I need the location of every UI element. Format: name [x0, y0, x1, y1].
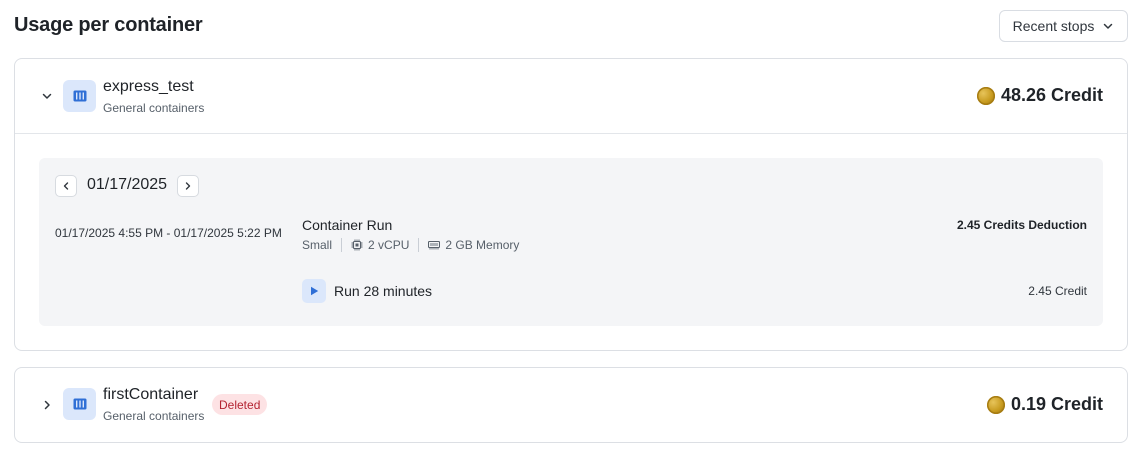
run-type: Container Run — [302, 217, 393, 233]
deleted-badge: Deleted — [212, 394, 268, 415]
container-name: express_test — [103, 78, 194, 95]
chevron-left-icon — [63, 182, 69, 190]
usage-detail-panel: 01/17/2025 01/17/2025 4:55 PM - 01/17/20… — [39, 158, 1103, 326]
credit-amount: 48.26 Credit — [1000, 85, 1103, 105]
collapse-toggle[interactable] — [39, 88, 55, 104]
memory-icon — [428, 240, 441, 250]
container-total-credit: 48.26 Credit — [976, 85, 1103, 106]
spec-cpu: 2 vCPU — [368, 238, 410, 252]
previous-date-button[interactable] — [55, 175, 77, 197]
chevron-right-icon — [185, 182, 191, 190]
play-icon — [302, 279, 326, 303]
cpu-icon — [351, 239, 363, 251]
spec-memory: 2 GB Memory — [445, 238, 520, 252]
container-icon — [63, 388, 96, 420]
container-icon — [63, 80, 96, 112]
run-credit: 2.45 Credit — [1028, 284, 1087, 298]
chevron-right-icon — [44, 400, 50, 410]
credits-deduction: 2.45 Credits Deduction — [956, 218, 1087, 232]
run-duration: Run 28 minutes — [334, 283, 433, 299]
expand-toggle[interactable] — [39, 397, 55, 413]
container-type: General containers — [103, 101, 205, 115]
credit-amount: 0.19 Credit — [1010, 394, 1103, 414]
container-card-header[interactable]: firstContainer General containers Delete… — [15, 368, 1127, 442]
container-card: express_test General containers 48.26 Cr… — [14, 58, 1128, 351]
container-card-header[interactable]: express_test General containers 48.26 Cr… — [15, 59, 1127, 134]
container-name: firstContainer — [103, 386, 199, 403]
run-time-range: 01/17/2025 4:55 PM - 01/17/2025 5:22 PM — [55, 226, 282, 240]
chevron-down-icon — [1104, 23, 1113, 29]
chevron-down-icon — [42, 93, 52, 99]
container-total-credit: 0.19 Credit — [986, 394, 1103, 415]
divider — [341, 238, 343, 252]
divider — [418, 238, 420, 252]
container-card: firstContainer General containers Delete… — [14, 367, 1128, 443]
spec-size: Small — [302, 238, 333, 252]
coin-icon — [976, 86, 995, 105]
coin-icon — [986, 395, 1005, 414]
run-specs: Small 2 vCPU 2 GB Memory — [302, 238, 519, 252]
page-title: Usage per container — [14, 14, 203, 36]
container-type: General containers — [103, 409, 205, 423]
selected-date: 01/17/2025 — [87, 176, 168, 193]
next-date-button[interactable] — [177, 175, 199, 197]
sort-label: Recent stops — [1012, 18, 1095, 34]
sort-dropdown[interactable]: Recent stops — [999, 10, 1128, 42]
